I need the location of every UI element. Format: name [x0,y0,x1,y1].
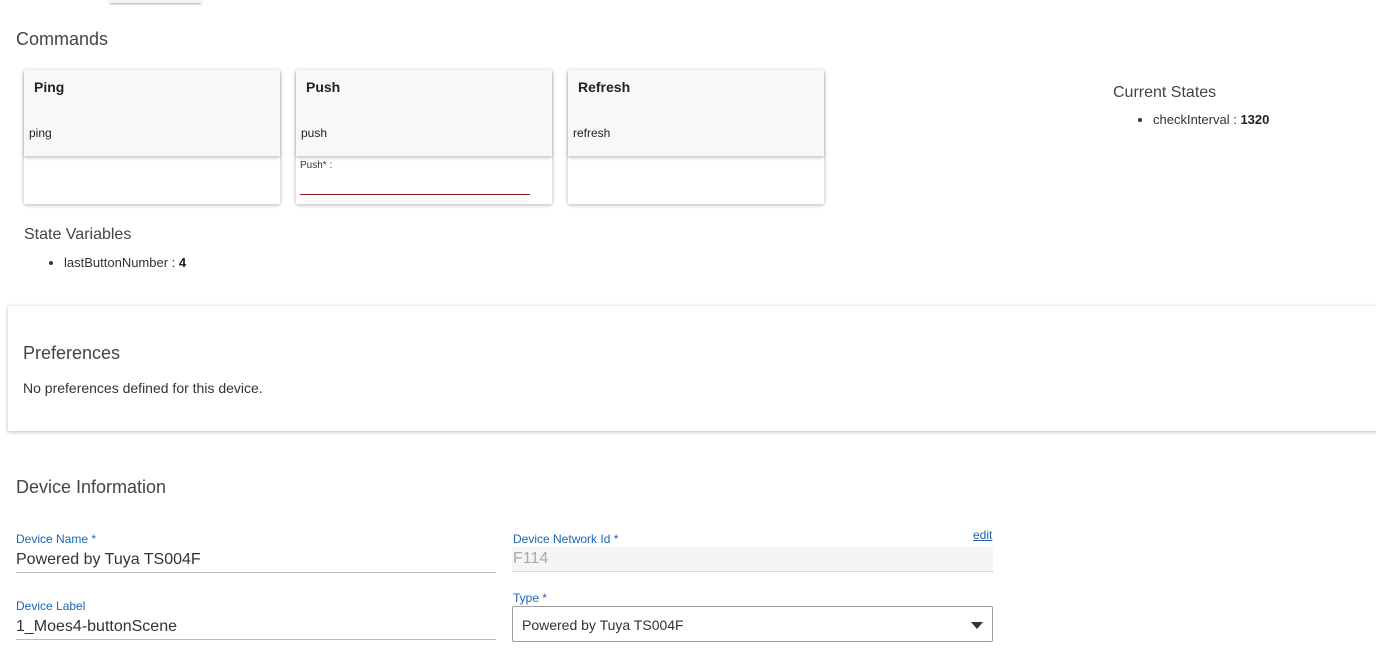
command-card-ping: Ping ping [24,70,280,204]
device-label-label: Device Label [16,599,86,613]
command-method: push [301,126,328,140]
command-method: refresh [573,126,611,140]
push-button[interactable]: Push push [296,70,552,156]
command-title: Refresh [578,79,631,95]
state-value: 1320 [1240,112,1270,127]
refresh-button[interactable]: Refresh refresh [568,70,824,156]
type-label: Type * [513,591,548,605]
type-select[interactable]: Powered by Tuya TS004F [512,606,993,642]
push-param-label: Push* : [300,160,333,171]
device-network-id-label: Device Network Id * [513,532,619,546]
tab-indicator [110,0,201,3]
command-title: Push [306,79,341,95]
device-information-title: Device Information [16,477,167,497]
caret-down-icon [971,622,983,629]
variable-key: lastButtonNumber [64,255,169,270]
command-title: Ping [34,79,65,95]
command-card-refresh: Refresh refresh [568,70,824,204]
preferences-panel: Preferences No preferences defined for t… [8,306,1376,431]
device-network-id-field [512,547,993,572]
command-card-push: Push push Push* : [296,70,552,204]
device-name-field[interactable] [16,548,496,573]
device-name-label: Device Name * [16,532,97,546]
preferences-empty-text: No preferences defined for this device. [23,380,263,396]
current-states-list: checkInterval : 1320 [1133,112,1269,127]
ping-button[interactable]: Ping ping [24,70,280,156]
command-method: ping [29,126,52,140]
type-select-value: Powered by Tuya TS004F [522,617,684,633]
edit-link[interactable]: edit [973,528,992,542]
preferences-title: Preferences [23,343,121,363]
push-param-input[interactable] [300,174,530,195]
device-label-field[interactable] [16,615,496,640]
state-variables-list: lastButtonNumber : 4 [44,255,186,270]
current-states-title: Current States [1113,84,1217,101]
state-key: checkInterval [1153,112,1230,127]
list-item: checkInterval : 1320 [1153,112,1269,127]
commands-title: Commands [16,29,109,49]
state-variables-title: State Variables [24,226,132,243]
variable-value: 4 [178,255,187,270]
list-item: lastButtonNumber : 4 [64,255,186,270]
